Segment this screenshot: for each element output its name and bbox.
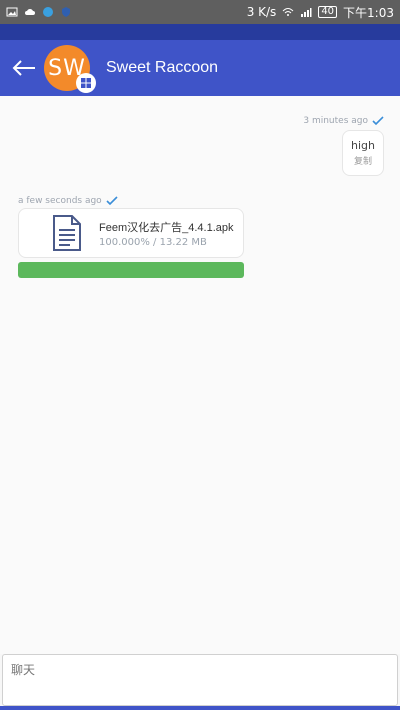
windows-icon [81, 78, 91, 88]
battery-icon: 40 [318, 6, 338, 18]
file-progress-bar [18, 262, 244, 278]
status-left-icons [6, 6, 72, 18]
file-progress-text: 100.000% / 13.22 MB [99, 236, 207, 248]
message-text: high [351, 139, 375, 152]
image-icon [6, 7, 18, 17]
contact-avatar[interactable]: SW [44, 45, 96, 93]
app-bar: SW Sweet Raccoon [0, 40, 400, 96]
app-icon [43, 7, 53, 17]
check-icon [372, 116, 384, 126]
device-badge [76, 73, 96, 93]
contact-name: Sweet Raccoon [106, 59, 219, 76]
status-bar: 3 K/s 40 下午1:03 [0, 0, 400, 24]
file-progress-fill [18, 262, 244, 278]
message-input[interactable] [11, 661, 389, 699]
document-icon [47, 213, 87, 253]
toolbar-top-strip [0, 24, 400, 40]
wifi-icon [282, 8, 294, 16]
message-meta-file: a few seconds ago [18, 196, 118, 206]
arrow-left-icon [12, 60, 35, 76]
copy-link[interactable]: 复制 [354, 154, 372, 167]
signal-icon [301, 8, 312, 17]
file-info: Feem汉化去广告_4.4.1.apk 100.000% / 13.22 MB [99, 219, 234, 248]
bottom-accent [0, 706, 400, 710]
network-speed: 3 K/s [246, 5, 277, 19]
check-icon [106, 196, 118, 206]
message-meta-right: 3 minutes ago [303, 116, 384, 126]
clock: 下午1:03 [343, 5, 394, 20]
message-time: a few seconds ago [18, 196, 102, 206]
chat-area[interactable]: 3 minutes ago high 复制 a few seconds ago … [0, 96, 400, 654]
message-input-container [2, 654, 398, 706]
message-time: 3 minutes ago [303, 116, 368, 126]
shield-icon [62, 7, 70, 17]
file-name: Feem汉化去广告_4.4.1.apk [99, 221, 234, 234]
cloud-icon [25, 9, 35, 15]
back-button[interactable] [4, 40, 44, 96]
message-bubble-outgoing[interactable]: high 复制 [342, 130, 384, 176]
status-right-icons: 3 K/s 40 下午1:03 [247, 4, 394, 21]
file-message-card[interactable]: Feem汉化去广告_4.4.1.apk 100.000% / 13.22 MB [18, 208, 244, 258]
